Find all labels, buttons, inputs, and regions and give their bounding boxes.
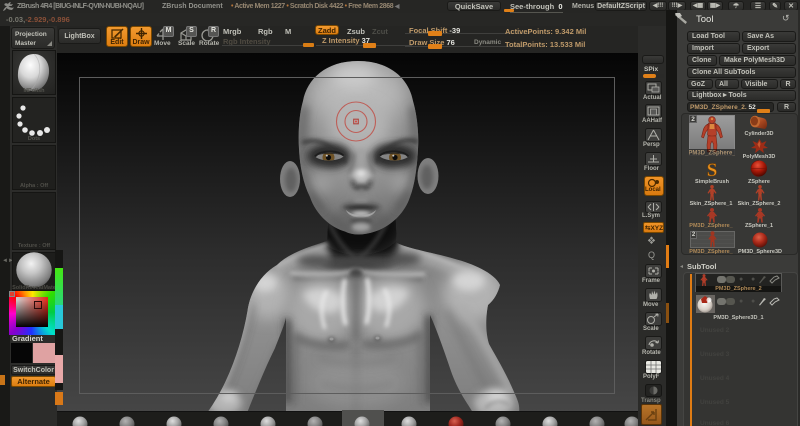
svg-text:S: S	[707, 160, 718, 179]
svg-text:PM3D_ZSphere_: PM3D_ZSphere_	[689, 151, 735, 157]
